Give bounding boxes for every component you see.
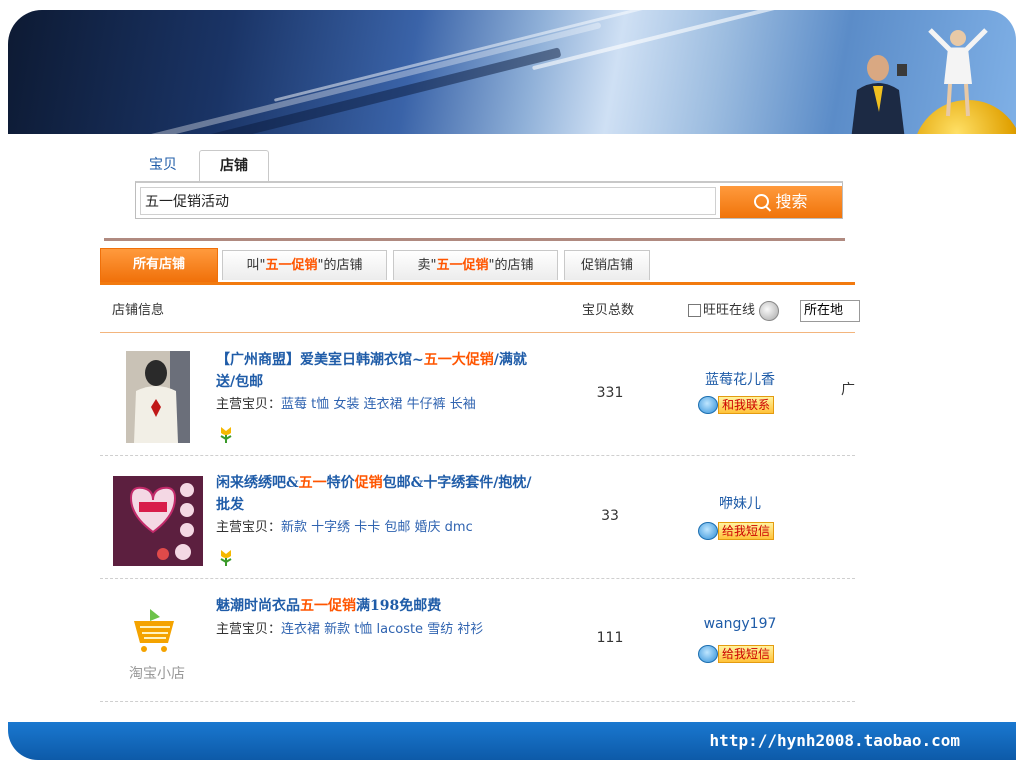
seller-name[interactable]: 咿妹儿 xyxy=(680,493,800,513)
results-header: 店铺信息 宝贝总数 旺旺在线 所在地 xyxy=(100,292,860,333)
tab-sell-suffix: "的店铺 xyxy=(488,258,534,273)
sms-button[interactable]: 给我短信 xyxy=(698,644,775,664)
shop-title-highlight: 五一 xyxy=(298,475,327,491)
main-products-label: 主营宝贝： xyxy=(216,622,282,637)
divider xyxy=(104,238,845,241)
shop-row: 闲来绣绣吧&五一特价促销包邮&十字绣套件/抱枕/批发 主营宝贝：新款 十字绣 卡… xyxy=(100,456,855,579)
tab-named-prefix: 叫" xyxy=(246,258,266,273)
item-count: 33 xyxy=(601,508,619,524)
shop-title[interactable]: 闲来绣绣吧&五一特价促销包邮&十字绣套件/抱枕/批发 xyxy=(216,472,536,516)
tab-named-keyword: 五一促销 xyxy=(265,258,318,273)
shop-title-text: 特价 xyxy=(326,475,355,491)
tab-baobei[interactable]: 宝贝 xyxy=(149,150,189,180)
location-select[interactable]: 所在地 xyxy=(800,300,860,322)
tab-all-shops[interactable]: 所有店铺 xyxy=(100,248,218,282)
search-button[interactable]: 搜索 xyxy=(720,186,842,218)
col-shop-info: 店铺信息 xyxy=(112,303,165,318)
search-icon xyxy=(754,194,770,209)
sms-button[interactable]: 给我短信 xyxy=(698,521,775,541)
shop-thumbnail[interactable] xyxy=(113,476,203,566)
contact-label: 和我联系 xyxy=(718,395,775,414)
sms-icon xyxy=(698,644,718,663)
online-filter[interactable]: 旺旺在线 xyxy=(688,292,780,330)
shop-title-highlight: 五一促销 xyxy=(300,598,356,614)
header-banner xyxy=(8,10,1016,134)
sms-icon xyxy=(698,521,718,540)
wangwang-icon xyxy=(759,300,780,321)
shop-title-text: 满198免邮费 xyxy=(356,598,442,614)
tulip-icon xyxy=(220,550,232,566)
shop-region: 广 xyxy=(841,382,855,398)
shop-thumbnail[interactable]: 淘宝小店 xyxy=(122,607,192,687)
main-products: 主营宝贝：新款 十字绣 卡卡 包邮 婚庆 dmc xyxy=(216,517,473,539)
tab-promo-shops[interactable]: 促销店铺 xyxy=(564,250,650,280)
item-count: 331 xyxy=(596,385,624,401)
online-checkbox[interactable] xyxy=(688,304,701,317)
shop-title[interactable]: 魅潮时尚衣品五一促销满198免邮费 xyxy=(216,595,536,617)
woman-image xyxy=(928,28,988,117)
search-bar: 搜索 xyxy=(135,181,843,219)
thumb-caption: 淘宝小店 xyxy=(129,666,185,682)
footer-bar: http://hynh2008.taobao.com xyxy=(8,722,1016,760)
seller-name[interactable]: 蓝莓花儿香 xyxy=(680,369,800,389)
shop-filter-tabs: 所有店铺 叫"五一促销"的店铺 卖"五一促销"的店铺 促销店铺 xyxy=(100,248,855,285)
shop-row: 淘宝小店 魅潮时尚衣品五一促销满198免邮费 主营宝贝：连衣裙 新款 t恤 la… xyxy=(100,579,855,702)
shop-title-highlight: 促销 xyxy=(354,475,383,491)
tab-dianpu[interactable]: 店铺 xyxy=(199,150,269,181)
main-products-tags[interactable]: 连衣裙 新款 t恤 lacoste 雪纺 衬衫 xyxy=(281,622,483,637)
tab-sell-keyword: 五一促销 xyxy=(436,258,489,273)
tab-named-shops[interactable]: 叫"五一促销"的店铺 xyxy=(222,250,387,280)
tab-sell-prefix: 卖" xyxy=(417,258,437,273)
shop-title-text: 【广州商盟】爱美室日韩潮衣馆~ xyxy=(216,352,424,368)
sms-label: 给我短信 xyxy=(718,644,775,663)
main-products: 主营宝贝：连衣裙 新款 t恤 lacoste 雪纺 衬衫 xyxy=(216,619,483,641)
seller-name[interactable]: wangy197 xyxy=(680,616,800,632)
shop-title-text: 魅潮时尚衣品 xyxy=(216,598,300,614)
shopping-cart-icon xyxy=(134,609,174,652)
col-total-items: 宝贝总数 xyxy=(582,303,635,318)
footer-url[interactable]: http://hynh2008.taobao.com xyxy=(710,722,960,760)
main-products: 主营宝贝：蓝莓 t恤 女装 连衣裙 牛仔裤 长袖 xyxy=(216,394,476,416)
main-products-tags[interactable]: 蓝莓 t恤 女装 连衣裙 牛仔裤 长袖 xyxy=(281,397,476,412)
tulip-icon xyxy=(220,427,232,443)
tab-named-suffix: "的店铺 xyxy=(317,258,363,273)
sms-label: 给我短信 xyxy=(718,521,775,540)
main-products-tags[interactable]: 新款 十字绣 卡卡 包邮 婚庆 dmc xyxy=(281,520,473,535)
shop-thumbnail[interactable] xyxy=(126,351,190,443)
search-input[interactable] xyxy=(140,187,716,215)
online-label: 旺旺在线 xyxy=(703,303,756,318)
shop-title-text: 闲来绣绣吧& xyxy=(216,475,299,491)
tab-selling-shops[interactable]: 卖"五一促销"的店铺 xyxy=(393,250,558,280)
search-button-label: 搜索 xyxy=(775,192,808,211)
shop-title-highlight: 五一大促销 xyxy=(423,352,494,368)
shop-row: 【广州商盟】爱美室日韩潮衣馆~五一大促销/满就送/包邮 主营宝贝：蓝莓 t恤 女… xyxy=(100,333,855,456)
item-count: 111 xyxy=(596,630,624,646)
businessman-image xyxy=(851,55,907,134)
contact-button[interactable]: 和我联系 xyxy=(698,395,775,415)
shop-title[interactable]: 【广州商盟】爱美室日韩潮衣馆~五一大促销/满就送/包邮 xyxy=(216,349,536,393)
banner-decoration xyxy=(531,10,825,71)
main-products-label: 主营宝贝： xyxy=(216,520,282,535)
wangwang-chat-icon xyxy=(698,395,718,414)
main-products-label: 主营宝贝： xyxy=(216,397,282,412)
